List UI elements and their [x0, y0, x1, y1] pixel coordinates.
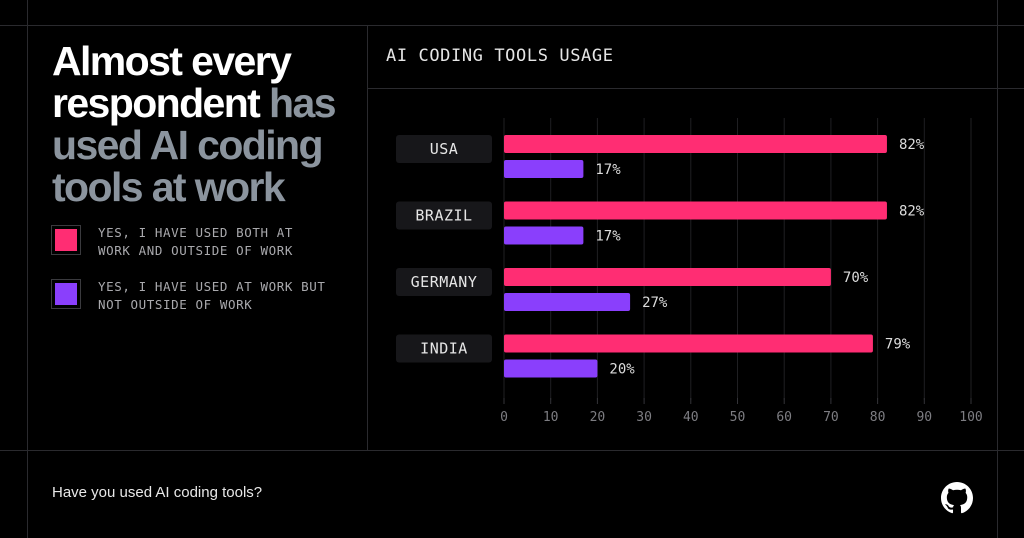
- bar-work-only: [504, 226, 584, 245]
- x-tick-label: 80: [870, 410, 886, 425]
- github-icon: [941, 482, 973, 514]
- category-label: USA: [430, 140, 459, 158]
- data-label: 27%: [642, 295, 668, 311]
- x-tick-label: 40: [683, 410, 699, 425]
- bar-both: [504, 268, 831, 286]
- category-label: BRAZIL: [415, 207, 472, 225]
- bar-both: [504, 334, 873, 353]
- x-tick-label: 50: [730, 410, 746, 425]
- bar-both: [504, 201, 887, 220]
- x-tick-label: 100: [959, 410, 982, 425]
- bar-chart: 0 10 20 30 40 50 60 70 80 90 100 USA 82% 17% BRAZIL 82%…: [396, 118, 983, 425]
- data-label: 17%: [595, 229, 621, 245]
- data-label: 17%: [595, 162, 621, 178]
- x-tick-label: 30: [636, 410, 652, 425]
- x-tick-label: 60: [776, 410, 792, 425]
- data-label: 79%: [885, 337, 911, 353]
- category-label: INDIA: [420, 340, 468, 358]
- bar-work-only: [504, 359, 598, 378]
- x-tick-label: 90: [916, 410, 932, 425]
- category-label: GERMANY: [411, 273, 478, 291]
- x-tick-label: 10: [543, 410, 559, 425]
- x-tick-label: 0: [500, 410, 508, 425]
- data-label: 82%: [899, 204, 925, 220]
- bar-work-only: [504, 293, 631, 311]
- footer-question: Have you used AI coding tools?: [52, 484, 263, 501]
- x-tick-label: 70: [823, 410, 839, 425]
- bar-both: [504, 135, 887, 153]
- x-tick-label: 20: [590, 410, 606, 425]
- data-label: 20%: [609, 362, 635, 378]
- data-label: 82%: [899, 137, 925, 153]
- bar-work-only: [504, 160, 584, 178]
- data-label: 70%: [843, 270, 869, 286]
